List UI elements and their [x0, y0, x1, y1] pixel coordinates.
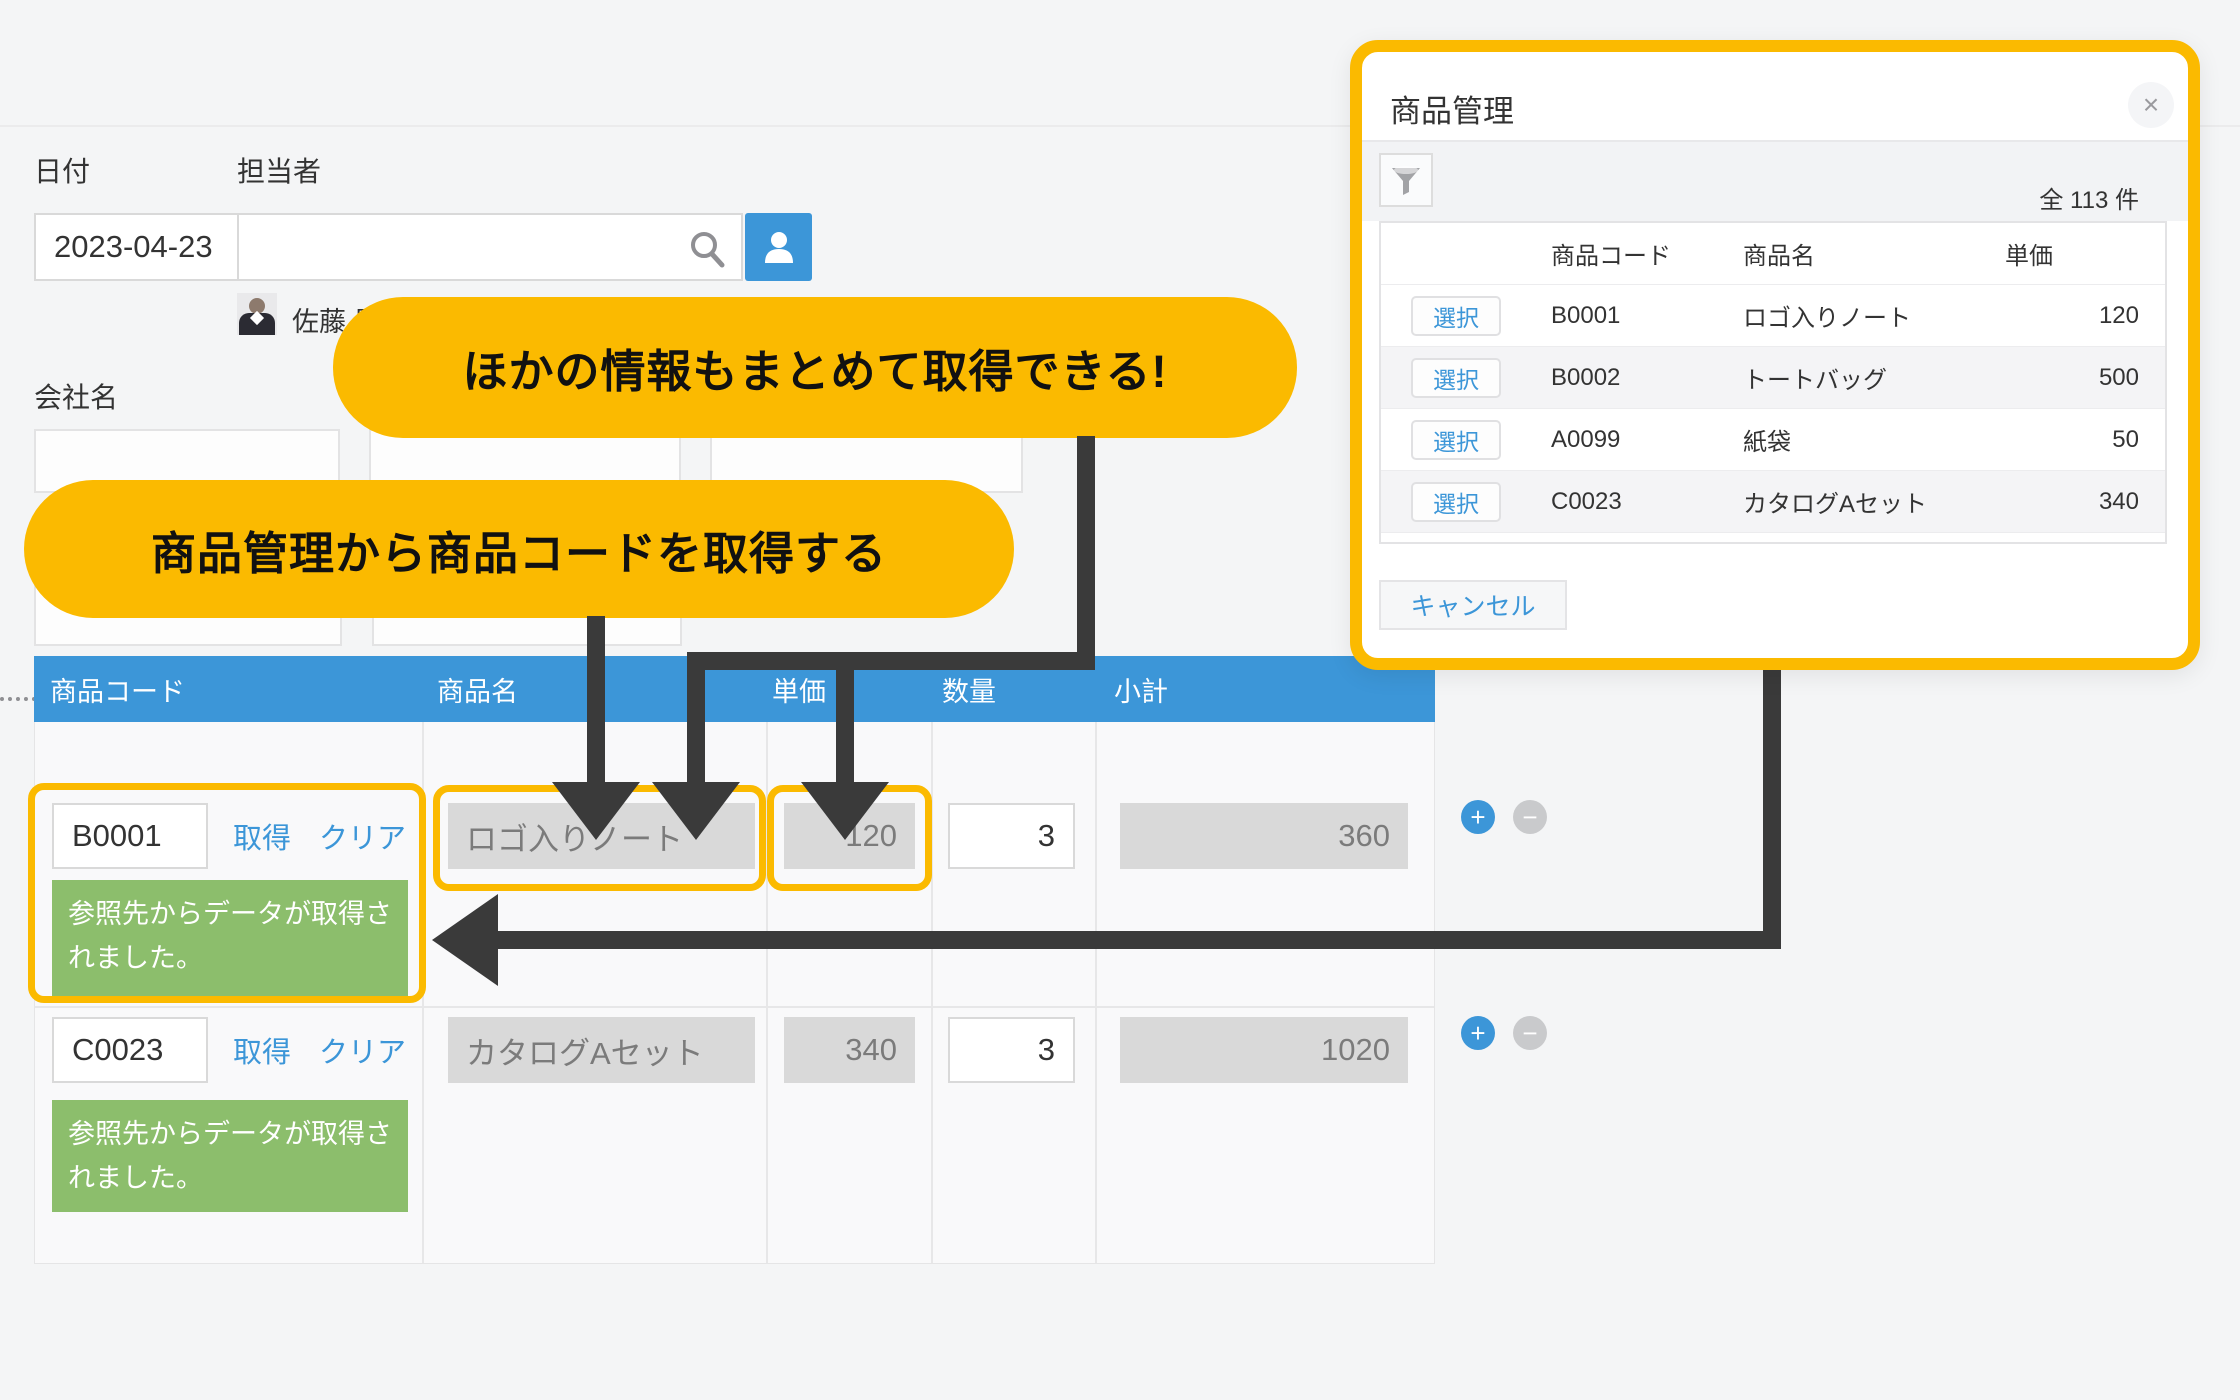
- row1-code-input[interactable]: B0001: [52, 803, 208, 869]
- callout-top: ほかの情報もまとめて取得できる!: [333, 297, 1297, 438]
- select-button[interactable]: 選択: [1411, 296, 1501, 336]
- record-count: 全 113 件: [1839, 180, 2139, 215]
- callout-bottom: 商品管理から商品コードを取得する: [24, 480, 1014, 618]
- product-picker-modal: 商品管理 × 全 113 件 商品コード 商品名 単価 選択 B0001 ロゴ入…: [1350, 40, 2200, 670]
- modal-row: 選択 C0023 カタログAセット 340: [1381, 471, 2165, 533]
- row1-subtotal-input: 360: [1120, 803, 1408, 869]
- assignee-avatar: [237, 293, 277, 335]
- modal-row: 選択 B0002 トートバッグ 500: [1381, 347, 2165, 409]
- modal-title: 商品管理: [1390, 86, 1514, 131]
- modal-col-name: 商品名: [1723, 236, 1985, 271]
- arrow-a-shaft: [587, 616, 605, 788]
- date-value: 2023-04-23: [54, 229, 213, 265]
- modal-table-header: 商品コード 商品名 単価: [1381, 223, 2165, 285]
- row1-success-message: 参照先からデータが取得されました。: [52, 880, 408, 996]
- search-icon[interactable]: [687, 229, 727, 269]
- date-label: 日付: [34, 150, 90, 190]
- company-label: 会社名: [34, 376, 118, 416]
- row2-name-input: カタログAセット: [448, 1017, 755, 1083]
- row2-subtotal-input: 1020: [1120, 1017, 1408, 1083]
- row1-get-link[interactable]: 取得: [233, 815, 291, 857]
- row2-add-button[interactable]: +: [1461, 1016, 1495, 1050]
- arrow-b-trunk: [1077, 436, 1095, 670]
- modal-row: 選択 B0001 ロゴ入りノート 120: [1381, 285, 2165, 347]
- col-header-code: 商品コード: [50, 670, 185, 709]
- row2-qty-input[interactable]: 3: [948, 1017, 1075, 1083]
- row2-success-message: 参照先からデータが取得されました。: [52, 1100, 408, 1212]
- filter-button[interactable]: [1379, 153, 1433, 207]
- arrow-c-horizontal: [494, 931, 1781, 949]
- assignee-label: 担当者: [237, 150, 321, 190]
- row1-links: 取得 クリア: [233, 803, 406, 869]
- user-select-button[interactable]: [745, 213, 812, 281]
- select-button[interactable]: 選択: [1411, 358, 1501, 398]
- select-button[interactable]: 選択: [1411, 482, 1501, 522]
- row2-price-input: 340: [784, 1017, 915, 1083]
- filter-icon: [1388, 162, 1424, 198]
- close-icon[interactable]: ×: [2128, 82, 2174, 128]
- col-header-subtotal: 小計: [1114, 670, 1168, 709]
- arrow-c-head: [432, 894, 498, 986]
- modal-col-price: 単価: [1985, 236, 2165, 271]
- row2-clear-link[interactable]: クリア: [319, 1029, 406, 1071]
- col-header-price: 単価: [772, 670, 826, 709]
- row1-qty-input[interactable]: 3: [948, 803, 1075, 869]
- row1-add-button[interactable]: +: [1461, 800, 1495, 834]
- row2-links: 取得 クリア: [233, 1017, 406, 1083]
- assignee-input[interactable]: [237, 213, 743, 281]
- cancel-button[interactable]: キャンセル: [1379, 580, 1567, 630]
- col-header-qty: 数量: [942, 670, 996, 709]
- col-header-name: 商品名: [437, 670, 518, 709]
- row1-clear-link[interactable]: クリア: [319, 815, 406, 857]
- select-button[interactable]: 選択: [1411, 544, 1501, 545]
- row1-remove-button[interactable]: −: [1513, 800, 1547, 834]
- row2-code-input[interactable]: C0023: [52, 1017, 208, 1083]
- arrow-b-drop2: [836, 652, 854, 788]
- arrow-c-vertical: [1763, 666, 1781, 949]
- person-icon: [759, 227, 799, 267]
- modal-row: 選択 A0099 紙袋 50: [1381, 409, 2165, 471]
- arrow-b-head1: [652, 782, 740, 840]
- select-button[interactable]: 選択: [1411, 420, 1501, 460]
- arrow-b-head2: [801, 782, 889, 840]
- arrow-b-horizontal: [687, 652, 1095, 670]
- arrow-a-head: [552, 782, 640, 840]
- modal-col-code: 商品コード: [1531, 236, 1723, 271]
- arrow-b-drop1: [687, 652, 705, 788]
- row2-get-link[interactable]: 取得: [233, 1029, 291, 1071]
- row2-remove-button[interactable]: −: [1513, 1016, 1547, 1050]
- modal-table: 商品コード 商品名 単価 選択 B0001 ロゴ入りノート 120 選択 B00…: [1379, 221, 2167, 544]
- modal-row-partial: 選択: [1381, 533, 2165, 544]
